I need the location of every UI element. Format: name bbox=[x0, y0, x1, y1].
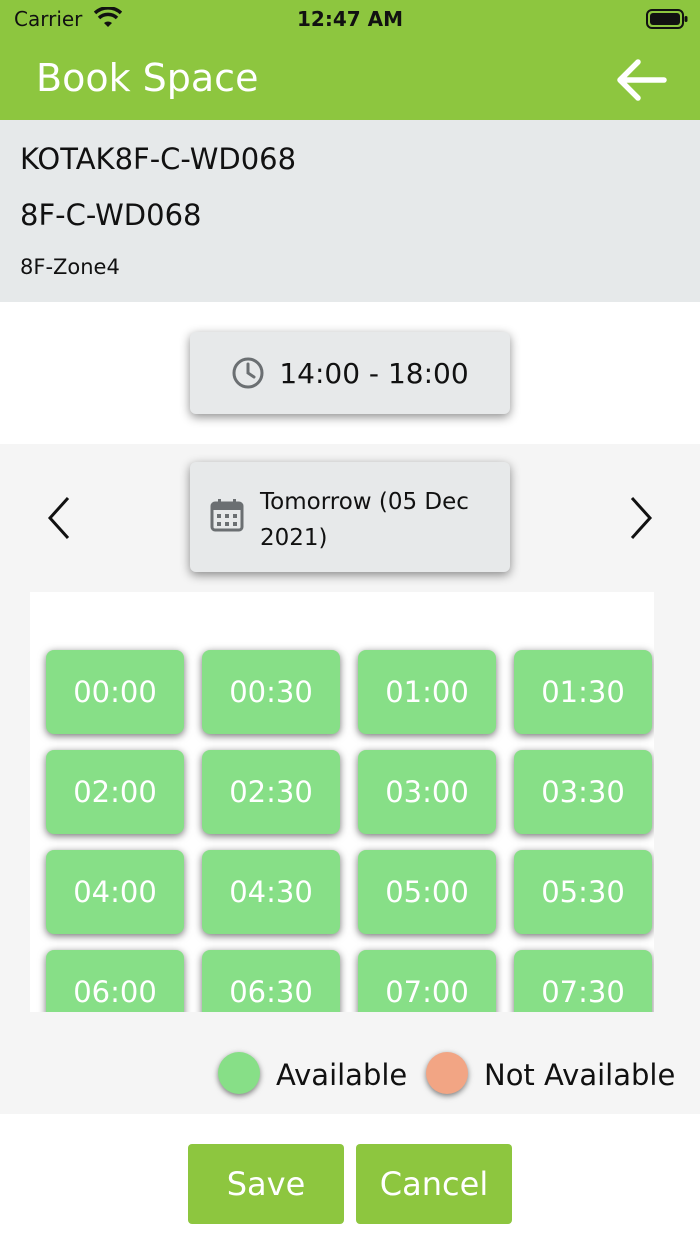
legend-available-label: Available bbox=[276, 1058, 408, 1092]
chevron-left-icon[interactable] bbox=[44, 494, 74, 542]
battery-icon bbox=[646, 9, 688, 29]
status-bar: Carrier 12:47 AM bbox=[0, 0, 700, 40]
legend-not-available-label: Not Available bbox=[484, 1058, 676, 1092]
time-slot[interactable]: 06:30 bbox=[202, 950, 340, 1012]
chevron-right-icon[interactable] bbox=[626, 494, 656, 542]
time-slot[interactable]: 06:00 bbox=[46, 950, 184, 1012]
arrow-left-icon[interactable] bbox=[614, 58, 668, 102]
page-title: Book Space bbox=[36, 56, 259, 100]
cancel-button[interactable]: Cancel bbox=[356, 1144, 512, 1224]
time-slots-panel[interactable]: 00:00 00:30 01:00 01:30 02:00 02:30 03:00 03:30… bbox=[30, 592, 654, 1012]
date-label: Tomorrow (05 Dec 2021) bbox=[260, 489, 469, 551]
time-slot[interactable]: 01:00 bbox=[358, 650, 496, 734]
time-range-button[interactable]: 14:00 - 18:00 bbox=[190, 332, 510, 414]
time-slot[interactable]: 00:00 bbox=[46, 650, 184, 734]
desk-name: 8F-C-WD068 bbox=[20, 198, 202, 232]
time-slot[interactable]: 07:30 bbox=[514, 950, 652, 1012]
save-button[interactable]: Save bbox=[188, 1144, 344, 1224]
available-dot-icon bbox=[218, 1052, 260, 1094]
space-info-panel: KOTAK8F-C-WD068 8F-C-WD068 8F-Zone4 bbox=[0, 120, 700, 302]
date-section: Tomorrow (05 Dec 2021) 00:00 00:30 01:00 01… bbox=[0, 444, 700, 1114]
time-slot[interactable]: 03:30 bbox=[514, 750, 652, 834]
time-slot[interactable]: 02:30 bbox=[202, 750, 340, 834]
time-slot[interactable]: 05:00 bbox=[358, 850, 496, 934]
calendar-icon bbox=[210, 499, 244, 532]
time-slot[interactable]: 05:30 bbox=[514, 850, 652, 934]
time-range-label: 14:00 - 18:00 bbox=[279, 356, 469, 390]
time-slot[interactable]: 03:00 bbox=[358, 750, 496, 834]
clock-time: 12:47 AM bbox=[296, 7, 403, 31]
legend: Available Not Available bbox=[0, 1052, 700, 1102]
time-slot[interactable]: 04:00 bbox=[46, 850, 184, 934]
time-slots-grid: 00:00 00:30 01:00 01:30 02:00 02:30 03:00 03:30… bbox=[46, 650, 654, 1012]
date-picker-button[interactable]: Tomorrow (05 Dec 2021) bbox=[190, 462, 510, 572]
time-slot[interactable]: 00:30 bbox=[202, 650, 340, 734]
zone-name: 8F-Zone4 bbox=[20, 255, 120, 279]
nav-bar: Book Space bbox=[0, 40, 700, 120]
time-slot[interactable]: 07:00 bbox=[358, 950, 496, 1012]
time-slot[interactable]: 01:30 bbox=[514, 650, 652, 734]
space-code: KOTAK8F-C-WD068 bbox=[20, 142, 297, 176]
time-slot[interactable]: 04:30 bbox=[202, 850, 340, 934]
clock-icon bbox=[232, 357, 264, 389]
time-slot[interactable]: 02:00 bbox=[46, 750, 184, 834]
not-available-dot-icon bbox=[426, 1052, 468, 1094]
